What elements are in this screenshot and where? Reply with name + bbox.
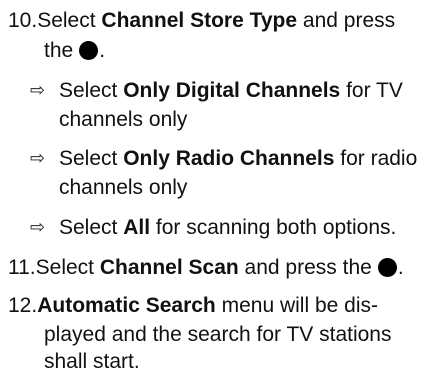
bullet-digital-line-1: ⇨ Select Only Digital Channels for TV: [30, 78, 403, 104]
bullet-text: Select: [59, 147, 124, 170]
instruction-document: 10.Select Channel Store Type and press t…: [0, 0, 446, 374]
step-text: Select: [37, 9, 102, 32]
bullet-text: channels only: [59, 176, 188, 199]
arrow-right-icon: ⇨: [30, 217, 46, 238]
arrow-right-icon: ⇨: [30, 80, 46, 101]
bullet-text: channels only: [59, 108, 188, 131]
bullet-text: Select: [59, 79, 124, 102]
menu-item-name: Channel Scan: [99, 256, 239, 279]
step-text: .: [99, 39, 106, 62]
bullet-radio-line-2: channels only: [59, 175, 187, 201]
option-name: All: [123, 216, 151, 239]
step-12-line-2: played and the search for TV stations: [44, 322, 391, 348]
menu-item-name: Channel Store Type: [101, 9, 298, 32]
bullet-text: for scanning both options.: [150, 216, 397, 239]
step-text: .: [397, 256, 404, 279]
arrow-right-icon: ⇨: [30, 148, 46, 169]
bullet-radio-line-1: ⇨ Select Only Radio Channels for radio: [30, 146, 418, 172]
step-10-line-2: the.: [44, 38, 105, 64]
step-12-line-1: 12.Automatic Search menu will be dis-: [8, 293, 378, 319]
bullet-text: for TV: [340, 79, 403, 102]
bullet-text: for radio: [334, 147, 418, 170]
step-number: 11.: [8, 256, 36, 279]
step-11-line-1: 11.Select Channel Scan and press the.: [8, 255, 404, 281]
ok-button-icon: [377, 258, 397, 277]
bullet-all-line-1: ⇨ Select All for scanning both options.: [30, 215, 397, 241]
step-10-line-1: 10.Select Channel Store Type and press: [8, 8, 395, 34]
option-name: Only Radio Channels: [123, 147, 335, 170]
bullet-digital-line-2: channels only: [59, 107, 187, 133]
step-text: menu will be dis-: [215, 294, 378, 317]
ok-button-icon: [79, 41, 99, 60]
step-12-line-3: shall start.: [44, 351, 140, 373]
step-text: and press the: [238, 256, 372, 279]
step-text: Select: [35, 256, 100, 279]
menu-item-name: Automatic Search: [37, 294, 216, 317]
step-text: and press: [297, 9, 396, 32]
step-text: shall start.: [44, 350, 140, 373]
step-number: 12.: [8, 294, 38, 317]
option-name: Only Digital Channels: [123, 79, 341, 102]
step-number: 10.: [8, 9, 38, 32]
bullet-text: Select: [59, 216, 124, 239]
step-text: the: [44, 39, 74, 62]
step-text: played and the search for TV stations: [44, 323, 392, 346]
